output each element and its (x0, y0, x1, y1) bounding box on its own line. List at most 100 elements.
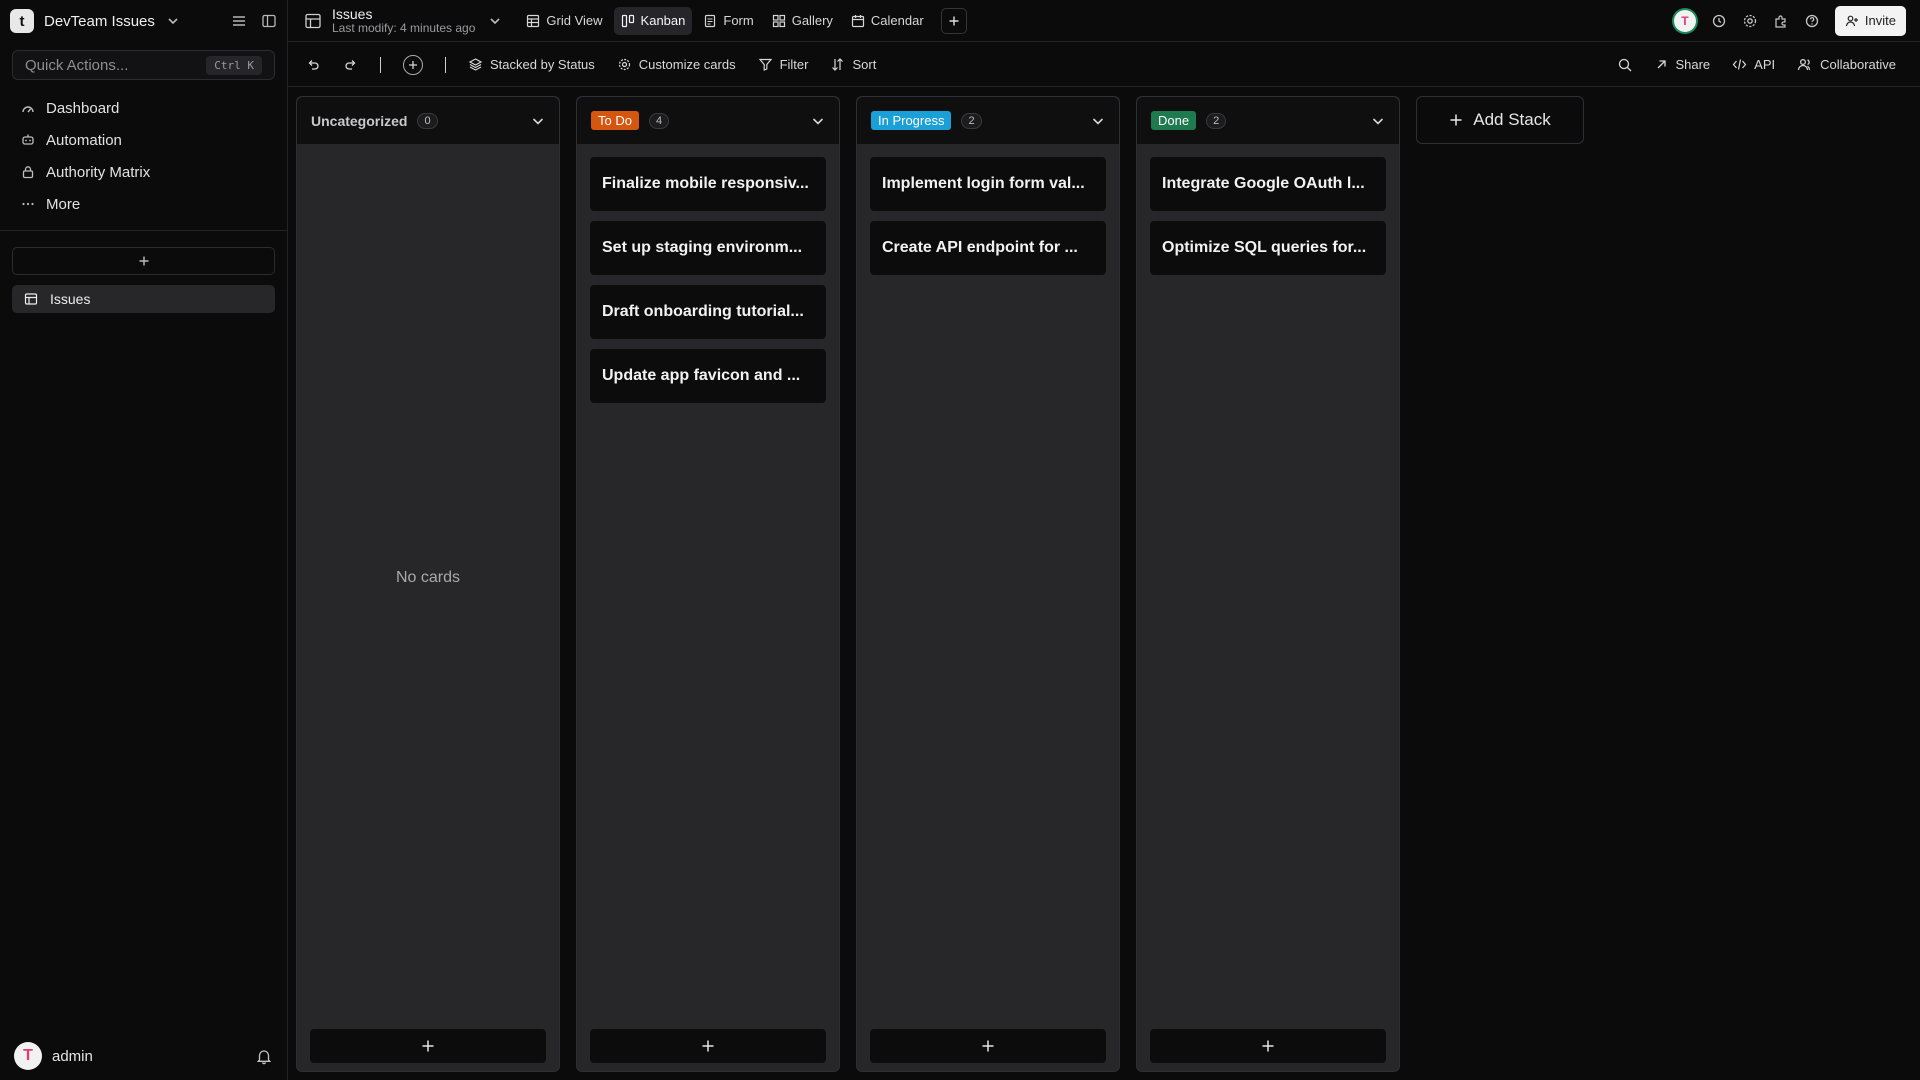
user-name[interactable]: admin (52, 1048, 93, 1065)
history-icon[interactable] (1711, 13, 1727, 29)
stack-count: 2 (1206, 112, 1227, 129)
redo-button[interactable] (343, 57, 358, 72)
bell-icon[interactable] (255, 1047, 273, 1065)
sidebar-item-label: Authority Matrix (46, 163, 151, 181)
api-button[interactable]: API (1732, 57, 1775, 72)
toolbar-divider (380, 56, 381, 73)
chevron-down-icon[interactable] (811, 114, 825, 128)
add-card-button[interactable] (590, 1029, 826, 1063)
kanban-card[interactable]: Update app favicon and ... (590, 349, 826, 403)
table-icon (304, 12, 322, 30)
stack-done: Done 2 Integrate Google OAuth l... Optim… (1136, 96, 1400, 1072)
chevron-down-icon[interactable] (489, 15, 501, 27)
sidebar: t DevTeam Issues Quick Actions... Ctrl K… (0, 0, 288, 1080)
invite-button[interactable]: Invite (1834, 5, 1906, 36)
filter-icon (758, 57, 773, 72)
dashboard-icon (20, 101, 36, 115)
sidebar-item-label: More (46, 195, 81, 213)
stack-to-do: To Do 4 Finalize mobile responsiv... Set… (576, 96, 840, 1072)
sidebar-nav: Dashboard Automation Authority Matrix Mo… (0, 92, 287, 220)
tab-form[interactable]: Form (696, 7, 760, 35)
share-button[interactable]: Share (1655, 57, 1710, 72)
gallery-icon (772, 14, 786, 28)
stack-count: 0 (417, 112, 438, 129)
table-title-block[interactable]: Issues Last modify: 4 minutes ago (304, 7, 475, 35)
table-label: Issues (50, 291, 91, 307)
chevron-down-icon[interactable] (167, 15, 179, 27)
lock-icon (20, 165, 36, 179)
search-icon (1617, 57, 1633, 73)
more-icon (20, 197, 36, 211)
sidebar-item-automation[interactable]: Automation (14, 124, 273, 156)
sort-label: Sort (852, 57, 877, 72)
puzzle-icon[interactable] (1773, 13, 1789, 29)
invite-label: Invite (1864, 13, 1896, 28)
gear-icon[interactable] (1742, 13, 1758, 29)
stack-in-progress: In Progress 2 Implement login form val..… (856, 96, 1120, 1072)
chevron-down-icon[interactable] (1371, 114, 1385, 128)
search-button[interactable] (1617, 57, 1633, 73)
tab-label: Kanban (640, 13, 686, 28)
plus-icon (948, 15, 960, 27)
sidebar-item-more[interactable]: More (14, 188, 273, 220)
api-label: API (1754, 57, 1776, 72)
tab-calendar[interactable]: Calendar (844, 7, 931, 35)
add-table-button[interactable] (12, 247, 275, 275)
kanban-card[interactable]: Optimize SQL queries for... (1150, 221, 1386, 275)
chevron-down-icon[interactable] (531, 114, 545, 128)
add-card-button[interactable] (310, 1029, 546, 1063)
workspace-name[interactable]: DevTeam Issues (44, 13, 155, 30)
add-view-button[interactable] (940, 7, 967, 34)
tab-kanban[interactable]: Kanban (613, 6, 693, 35)
add-record-button[interactable] (403, 54, 423, 75)
filter-label: Filter (779, 57, 809, 72)
add-card-button[interactable] (870, 1029, 1106, 1063)
sort-button[interactable]: Sort (830, 57, 876, 72)
kanban-card[interactable]: Integrate Google OAuth l... (1150, 157, 1386, 211)
card-list: Finalize mobile responsiv... Set up stag… (577, 145, 839, 403)
plus-icon (138, 255, 150, 267)
kanban-card[interactable]: Draft onboarding tutorial... (590, 285, 826, 339)
help-icon[interactable] (1804, 13, 1820, 29)
undo-icon (306, 57, 321, 72)
plus-icon (981, 1039, 995, 1053)
stack-header: To Do 4 (577, 97, 839, 145)
chevron-down-icon[interactable] (1091, 114, 1105, 128)
sidebar-item-authority-matrix[interactable]: Authority Matrix (14, 156, 273, 188)
shortcut-hint: Ctrl K (206, 55, 262, 75)
kanban-card[interactable]: Finalize mobile responsiv... (590, 157, 826, 211)
users-icon (1797, 57, 1813, 72)
plus-icon (1449, 113, 1463, 127)
layers-icon (468, 57, 483, 72)
sidebar-item-dashboard[interactable]: Dashboard (14, 92, 273, 124)
workspace-logo[interactable]: t (10, 9, 34, 33)
avatar[interactable]: T (1673, 9, 1696, 32)
automation-icon (20, 133, 36, 147)
undo-button[interactable] (306, 57, 321, 72)
customize-cards-button[interactable]: Customize cards (617, 57, 736, 72)
add-stack-button[interactable]: Add Stack (1416, 96, 1584, 144)
code-icon (1732, 57, 1747, 72)
kanban-card[interactable]: Create API endpoint for ... (870, 221, 1106, 275)
add-card-button[interactable] (1150, 1029, 1386, 1063)
tab-grid-view[interactable]: Grid View (519, 7, 609, 35)
kanban-card[interactable]: Set up staging environm... (590, 221, 826, 275)
kanban-card[interactable]: Implement login form val... (870, 157, 1106, 211)
plus-icon (1261, 1039, 1275, 1053)
stack-header: In Progress 2 (857, 97, 1119, 145)
tab-gallery[interactable]: Gallery (765, 7, 840, 35)
sidebar-item-issues[interactable]: Issues (12, 285, 275, 313)
plus-icon (408, 60, 418, 70)
stack-uncategorized: Uncategorized 0 No cards (296, 96, 560, 1072)
sidebar-toggle-icon[interactable] (261, 13, 277, 29)
add-user-icon (1845, 14, 1859, 28)
avatar[interactable]: T (14, 1042, 42, 1070)
stacked-by-button[interactable]: Stacked by Status (468, 57, 595, 72)
form-icon (703, 14, 717, 28)
filter-button[interactable]: Filter (758, 57, 809, 72)
menu-icon[interactable] (231, 13, 247, 29)
gear-icon (617, 57, 632, 72)
collaborative-button[interactable]: Collaborative (1797, 57, 1896, 72)
quick-actions-search[interactable]: Quick Actions... Ctrl K (12, 50, 275, 80)
last-modified: Last modify: 4 minutes ago (332, 20, 476, 35)
